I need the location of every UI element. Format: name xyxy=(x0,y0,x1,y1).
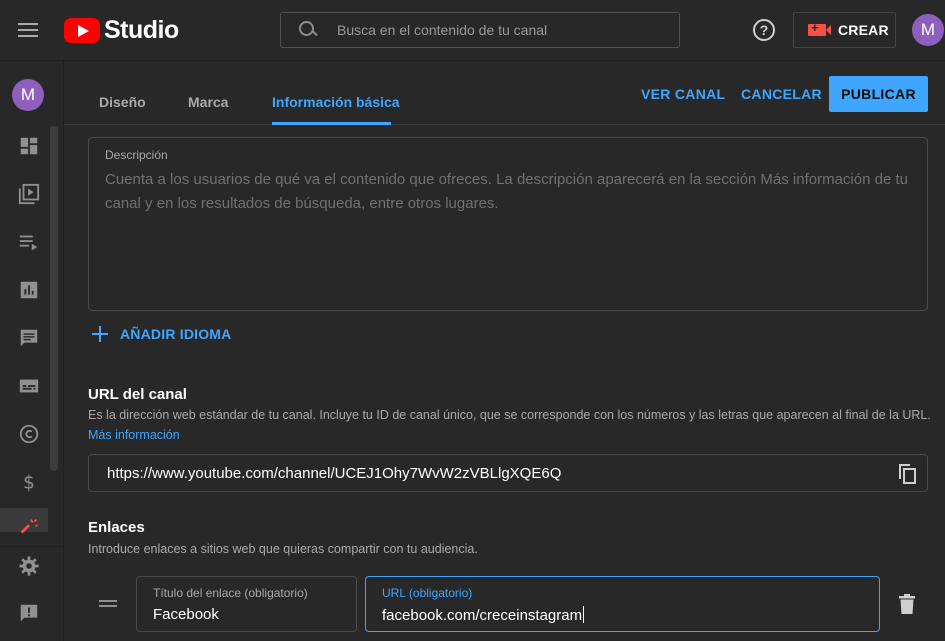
logo-text: Studio xyxy=(104,16,179,44)
copy-icon[interactable] xyxy=(897,463,917,485)
publish-button[interactable]: PUBLICAR xyxy=(829,76,928,112)
link-url-value-wrap: facebook.com/creceinstagram xyxy=(382,606,585,624)
channel-url-description-text: Es la dirección web estándar de tu canal… xyxy=(88,408,931,422)
search-bar[interactable] xyxy=(280,12,680,48)
link-title-field[interactable]: Título del enlace (obligatorio) Facebook xyxy=(136,576,357,632)
sidebar: M $ xyxy=(0,61,64,641)
content-icon[interactable] xyxy=(18,183,40,205)
links-description: Introduce enlaces a sitios web que quier… xyxy=(88,542,478,556)
tab-brand[interactable]: Marca xyxy=(188,94,228,110)
view-channel-button[interactable]: VER CANAL xyxy=(641,86,725,102)
channel-url-value: https://www.youtube.com/channel/UCEJ1Ohy… xyxy=(107,464,562,482)
link-url-label: URL (obligatorio) xyxy=(382,586,473,600)
sidebar-scrollbar[interactable] xyxy=(50,126,58,471)
links-title: Enlaces xyxy=(88,519,145,536)
tab-design[interactable]: Diseño xyxy=(99,94,146,110)
description-textarea[interactable]: Descripción Cuenta a los usuarios de qué… xyxy=(88,137,928,311)
dashboard-icon[interactable] xyxy=(18,135,40,157)
trash-icon[interactable] xyxy=(899,594,915,614)
description-label: Descripción xyxy=(105,148,168,162)
channel-url-title: URL del canal xyxy=(88,386,187,403)
youtube-logo-icon xyxy=(64,18,100,43)
add-language-button[interactable]: AÑADIR IDIOMA xyxy=(92,326,231,342)
plus-icon xyxy=(92,326,108,342)
tab-basic-info[interactable]: Información básica xyxy=(272,94,400,110)
sidebar-divider xyxy=(0,546,64,547)
subtitles-icon[interactable] xyxy=(18,375,40,397)
cancel-button[interactable]: CANCELAR xyxy=(741,86,822,102)
customization-icon[interactable] xyxy=(18,516,40,538)
channel-url-description: Es la dirección web estándar de tu canal… xyxy=(88,405,933,445)
search-icon[interactable] xyxy=(299,21,317,39)
video-camera-plus-icon xyxy=(808,20,831,36)
create-button-label: CREAR xyxy=(838,22,889,38)
drag-handle-icon[interactable] xyxy=(99,600,117,608)
description-placeholder: Cuenta a los usuarios de qué va el conte… xyxy=(105,171,908,212)
hamburger-menu-icon[interactable] xyxy=(16,18,40,42)
account-avatar[interactable]: M xyxy=(912,14,944,46)
link-url-field[interactable]: URL (obligatorio) facebook.com/creceinst… xyxy=(365,576,880,632)
settings-icon[interactable] xyxy=(18,555,40,577)
create-button[interactable]: CREAR xyxy=(793,12,896,48)
text-caret xyxy=(583,606,585,623)
channel-avatar[interactable]: M xyxy=(12,79,44,111)
link-title-label: Título del enlace (obligatorio) xyxy=(153,586,308,600)
studio-logo[interactable]: Studio xyxy=(64,16,179,45)
help-icon[interactable]: ? xyxy=(753,19,775,41)
comments-icon[interactable] xyxy=(18,327,40,349)
svg-text:$: $ xyxy=(23,472,35,493)
channel-url-field[interactable]: https://www.youtube.com/channel/UCEJ1Ohy… xyxy=(88,454,928,492)
link-title-value: Facebook xyxy=(153,606,219,623)
search-input[interactable] xyxy=(337,22,677,38)
active-tab-indicator xyxy=(272,122,391,125)
tabs-bar: Diseño Marca Información básica VER CANA… xyxy=(64,61,945,125)
playlists-icon[interactable] xyxy=(18,231,40,253)
analytics-icon[interactable] xyxy=(18,279,40,301)
feedback-icon[interactable] xyxy=(18,602,40,624)
more-info-link[interactable]: Más información xyxy=(88,428,180,442)
add-language-label: AÑADIR IDIOMA xyxy=(120,326,232,342)
link-url-value: facebook.com/creceinstagram xyxy=(382,607,583,624)
copyright-icon[interactable] xyxy=(18,423,40,445)
monetization-icon[interactable]: $ xyxy=(18,471,40,493)
top-bar: Studio ? CREAR M xyxy=(0,0,945,61)
